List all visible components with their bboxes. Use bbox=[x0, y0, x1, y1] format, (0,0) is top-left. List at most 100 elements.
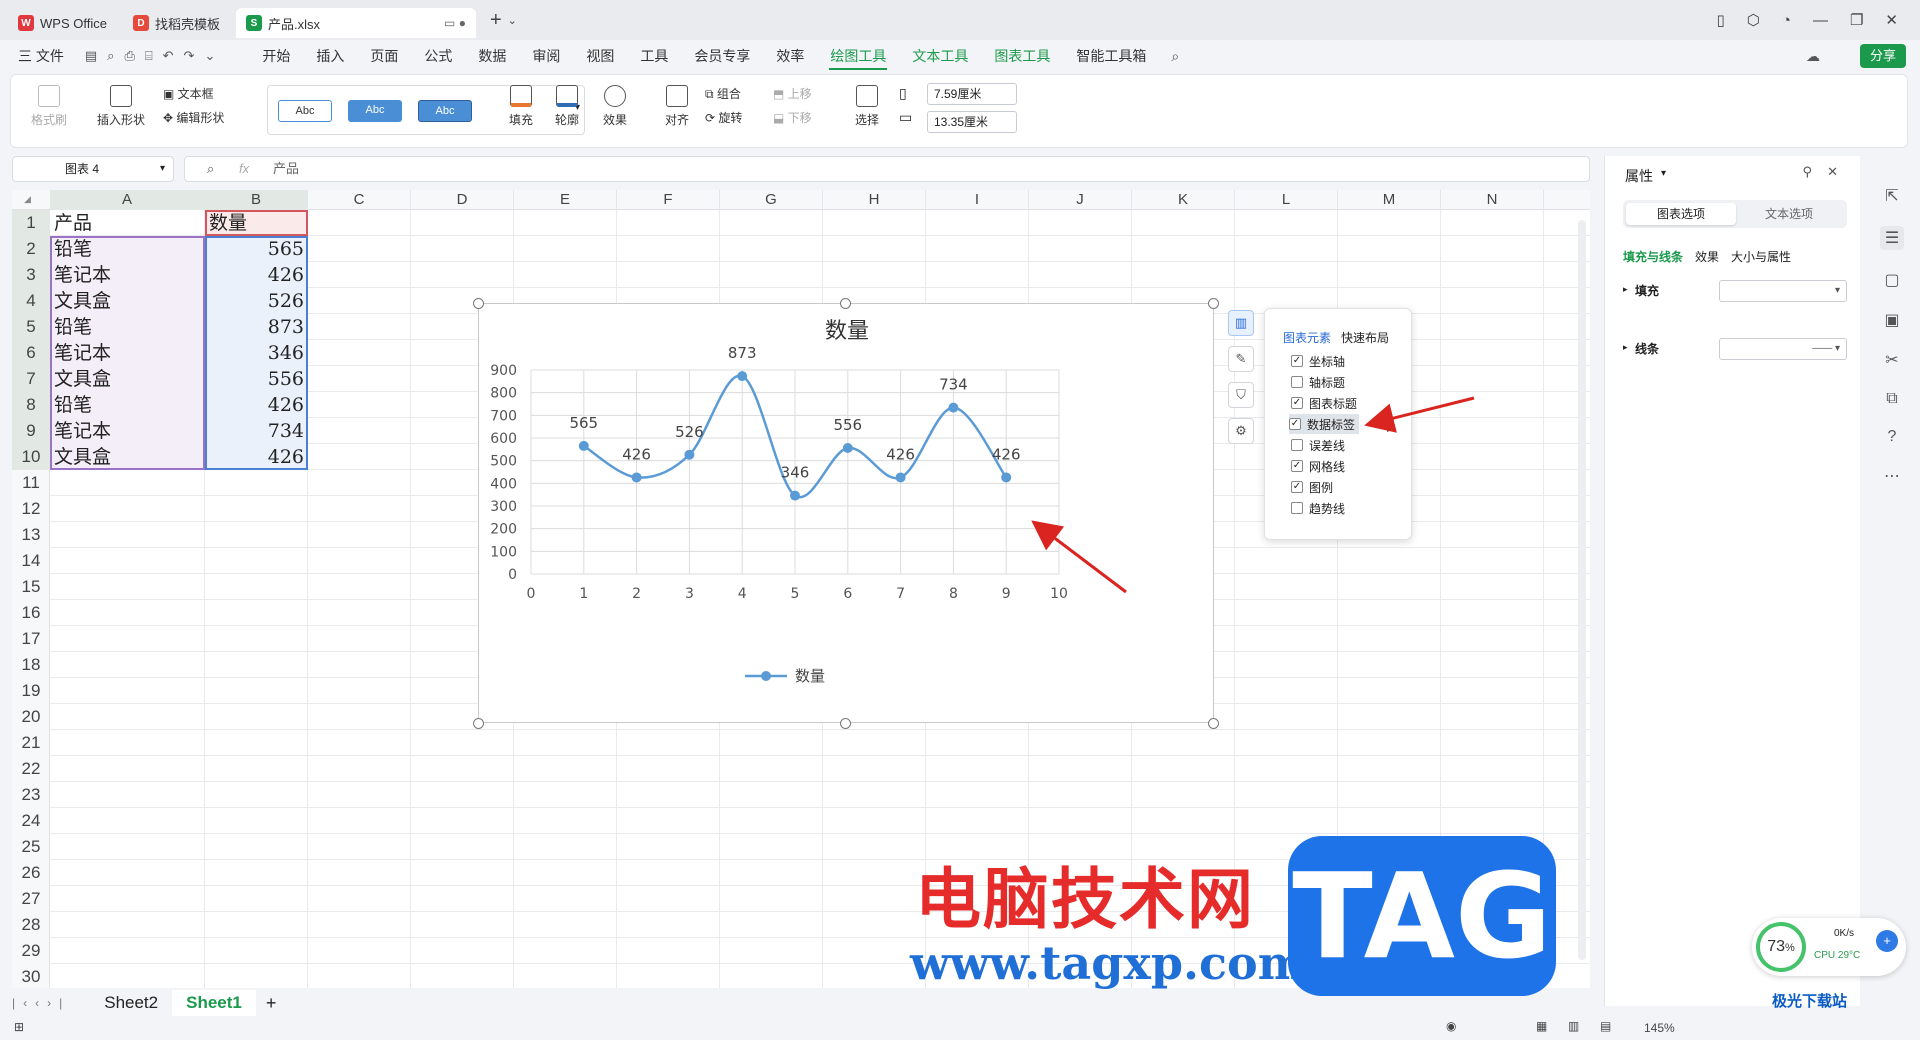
row-header[interactable]: 28 bbox=[12, 912, 50, 938]
new-tab-button[interactable]: + bbox=[490, 9, 502, 32]
menu-home[interactable]: 开始 bbox=[249, 40, 303, 72]
seg-text-options[interactable]: 文本选项 bbox=[1734, 203, 1844, 225]
quantity-cell[interactable]: 873 bbox=[205, 314, 308, 340]
chevron-down-icon[interactable]: ▾ bbox=[160, 157, 165, 181]
checkbox-checked-icon[interactable]: ✓ bbox=[1291, 397, 1303, 409]
chevron-right-icon[interactable]: ▶ bbox=[1387, 423, 1394, 434]
quantity-cell[interactable]: 734 bbox=[205, 418, 308, 444]
row-header[interactable]: 9 bbox=[12, 418, 50, 444]
select-all-corner[interactable]: ◢ bbox=[24, 194, 31, 205]
insert-shape-button[interactable]: 插入形状 bbox=[91, 85, 151, 128]
column-header[interactable]: M bbox=[1338, 190, 1441, 210]
quantity-cell[interactable]: 526 bbox=[205, 288, 308, 314]
row-header[interactable]: 14 bbox=[12, 548, 50, 574]
row-header[interactable]: 25 bbox=[12, 834, 50, 860]
menu-page[interactable]: 页面 bbox=[357, 40, 411, 72]
row-header[interactable]: 20 bbox=[12, 704, 50, 730]
minimize-icon[interactable]: — bbox=[1813, 12, 1828, 29]
resize-handle-bl[interactable] bbox=[473, 718, 484, 729]
tab-quick-layout[interactable]: 快速布局 bbox=[1341, 329, 1389, 346]
menu-review[interactable]: 审阅 bbox=[519, 40, 573, 72]
resize-handle-br[interactable] bbox=[1208, 718, 1219, 729]
quantity-cell[interactable]: 565 bbox=[205, 236, 308, 262]
expand-fill-icon[interactable]: ▸ bbox=[1623, 284, 1628, 295]
view-break-icon[interactable]: ▤ bbox=[1600, 1019, 1611, 1033]
chart-element-option[interactable]: 轴标题 bbox=[1291, 372, 1345, 392]
row-header[interactable]: 27 bbox=[12, 886, 50, 912]
outline-button[interactable]: 轮廓 bbox=[547, 85, 587, 128]
row-header[interactable]: 19 bbox=[12, 678, 50, 704]
file-menu[interactable]: 三 文件 bbox=[0, 40, 77, 72]
column-header[interactable]: G bbox=[720, 190, 823, 210]
product-cell[interactable]: 文具盒 bbox=[50, 444, 205, 470]
fill-button[interactable]: 填充 bbox=[501, 85, 541, 128]
row-header[interactable]: 15 bbox=[12, 574, 50, 600]
search-icon[interactable]: ⌕ bbox=[1171, 48, 1179, 65]
restore-icon[interactable]: ❐ bbox=[1850, 11, 1863, 29]
fill-section-label[interactable]: 填充 bbox=[1635, 282, 1659, 299]
resize-handle-tl[interactable] bbox=[473, 298, 484, 309]
expand-line-icon[interactable]: ▸ bbox=[1623, 342, 1628, 353]
menu-drawing-tools[interactable]: 绘图工具 bbox=[817, 40, 899, 72]
header-cell[interactable]: 产品 bbox=[50, 210, 205, 236]
sheet-tab-sheet2[interactable]: Sheet2 bbox=[90, 990, 172, 1016]
image-edit-icon[interactable]: ▣ bbox=[1884, 310, 1899, 330]
name-box[interactable]: 图表 4 ▾ bbox=[12, 156, 174, 182]
tools-icon[interactable]: ✂ bbox=[1885, 350, 1898, 370]
sheet-tab-sheet1[interactable]: Sheet1 bbox=[172, 990, 256, 1016]
zoom-lookup-icon[interactable]: ⌕ bbox=[207, 157, 214, 181]
quick-access-icons[interactable]: ▤⌕⎙⌸↶↷⌄ bbox=[77, 48, 249, 64]
menu-smart-toolbox[interactable]: 智能工具箱 bbox=[1063, 40, 1159, 72]
formula-bar[interactable]: ⌕ fx 产品 bbox=[184, 156, 1590, 182]
chart-element-option[interactable]: ✓ 数据标签 bbox=[1289, 414, 1360, 434]
chart-element-option[interactable]: 误差线 bbox=[1291, 435, 1345, 455]
subtab-effects[interactable]: 效果 bbox=[1695, 248, 1719, 265]
zoom-level[interactable]: 145% bbox=[1644, 1021, 1675, 1035]
row-header[interactable]: 30 bbox=[12, 964, 50, 988]
tab-chart-elements[interactable]: 图表元素 bbox=[1283, 329, 1331, 346]
menu-text-tools[interactable]: 文本工具 bbox=[899, 40, 981, 72]
settings-sliders-icon[interactable]: ☰ bbox=[1879, 226, 1905, 250]
cloud-icon[interactable]: ☁ bbox=[1806, 48, 1820, 65]
line-chart[interactable]: 数量 0 100 200 300 400 500 600 700 800 900 0 1 2 3 4 5 6 7 8 9… bbox=[478, 303, 1214, 723]
subtab-fill-line[interactable]: 填充与线条 bbox=[1623, 248, 1683, 265]
resize-handle-tm[interactable] bbox=[840, 298, 851, 309]
fx-icon[interactable]: fx bbox=[239, 157, 249, 181]
row-header[interactable]: 8 bbox=[12, 392, 50, 418]
macro-icon[interactable]: ⊞ bbox=[14, 1020, 24, 1034]
row-header[interactable]: 11 bbox=[12, 470, 50, 496]
eye-icon[interactable]: ◉ bbox=[1446, 1019, 1456, 1033]
row-header[interactable]: 7 bbox=[12, 366, 50, 392]
select-button[interactable]: 选择 bbox=[847, 85, 887, 128]
textbox-button[interactable]: ▣ 文本框 bbox=[163, 85, 243, 102]
shape-height-input[interactable]: 13.35厘米 bbox=[927, 111, 1017, 133]
style-preset-3[interactable]: Abc bbox=[418, 100, 472, 122]
rotate-button[interactable]: ⟳ 旋转 bbox=[705, 109, 765, 126]
column-header[interactable]: L bbox=[1235, 190, 1338, 210]
row-header[interactable]: 26 bbox=[12, 860, 50, 886]
row-header[interactable]: 16 bbox=[12, 600, 50, 626]
row-header[interactable]: 24 bbox=[12, 808, 50, 834]
product-cell[interactable]: 文具盒 bbox=[50, 366, 205, 392]
product-cell[interactable]: 铅笔 bbox=[50, 236, 205, 262]
column-header[interactable]: J bbox=[1029, 190, 1132, 210]
column-header[interactable]: C bbox=[308, 190, 411, 210]
more-icon[interactable]: ⋯ bbox=[1884, 466, 1900, 486]
resize-handle-tr[interactable] bbox=[1208, 298, 1219, 309]
chart-elements-icon[interactable]: ▥ bbox=[1228, 310, 1254, 336]
resize-handle-bm[interactable] bbox=[840, 718, 851, 729]
row-header[interactable]: 12 bbox=[12, 496, 50, 522]
row-header[interactable]: 10 bbox=[12, 444, 50, 470]
effect-button[interactable]: 效果 bbox=[595, 85, 635, 128]
row-header[interactable]: 23 bbox=[12, 782, 50, 808]
chart-style-icon[interactable]: ✎ bbox=[1228, 346, 1254, 372]
row-header[interactable]: 6 bbox=[12, 340, 50, 366]
menu-chart-tools[interactable]: 图表工具 bbox=[981, 40, 1063, 72]
quantity-cell[interactable]: 426 bbox=[205, 392, 308, 418]
chart-settings-icon[interactable]: ⚙ bbox=[1228, 418, 1254, 444]
row-header[interactable]: 1 bbox=[12, 210, 50, 236]
checkbox-checked-icon[interactable]: ✓ bbox=[1291, 481, 1303, 493]
product-cell[interactable]: 笔记本 bbox=[50, 418, 205, 444]
vertical-scrollbar[interactable] bbox=[1578, 220, 1586, 960]
chart-filter-icon[interactable]: ⛉ bbox=[1228, 382, 1254, 408]
